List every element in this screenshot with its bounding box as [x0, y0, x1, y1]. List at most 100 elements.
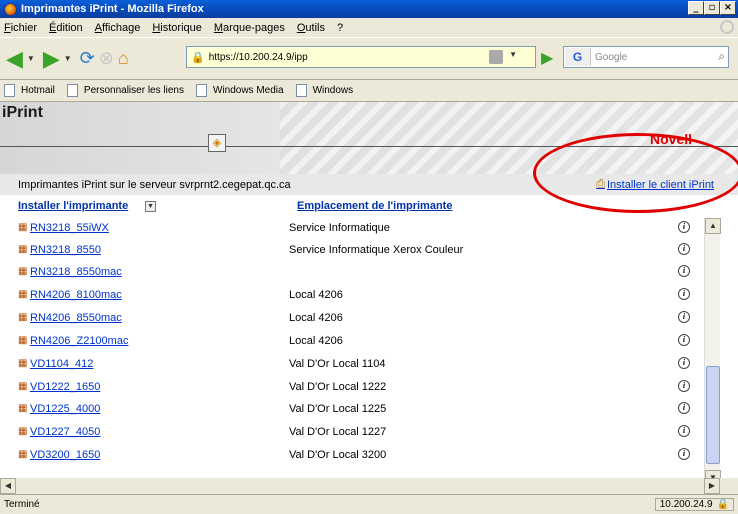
- scroll-right-arrow-icon[interactable]: ▶: [704, 478, 720, 494]
- menu-help[interactable]: ?: [337, 22, 343, 34]
- printer-icon[interactable]: ▦: [18, 289, 30, 301]
- status-bar: Terminé 10.200.24.9 🔒: [0, 494, 738, 514]
- scroll-thumb[interactable]: [706, 366, 720, 464]
- window-controls: _ ▫ ×: [688, 1, 736, 15]
- stop-icon[interactable]: ⊗: [99, 45, 114, 73]
- info-icon[interactable]: i: [678, 243, 690, 255]
- printer-link[interactable]: VD1104_412: [30, 358, 93, 370]
- url-history-dropdown-icon[interactable]: ▼: [509, 50, 517, 59]
- menu-edition[interactable]: Édition: [49, 22, 83, 34]
- info-icon[interactable]: i: [678, 448, 690, 460]
- secure-lock-icon[interactable]: 🔒: [717, 499, 729, 510]
- install-client-label[interactable]: Installer le client iPrint: [607, 179, 714, 191]
- table-row: ▦ VD1225_4000 Val D'Or Local 1225 i: [0, 399, 708, 421]
- close-button[interactable]: ×: [720, 1, 736, 15]
- printer-icon[interactable]: ▦: [18, 449, 30, 461]
- info-icon[interactable]: i: [678, 334, 690, 346]
- printer-link[interactable]: RN3218_8550mac: [30, 266, 122, 278]
- page-icon: [295, 84, 307, 97]
- minimize-button[interactable]: _: [688, 1, 704, 15]
- printer-icon[interactable]: ▦: [18, 426, 30, 438]
- printer-link[interactable]: VD1225_4000: [30, 403, 100, 415]
- printer-link[interactable]: RN3218_55iWX: [30, 222, 109, 234]
- bookmark-label: Windows: [312, 85, 354, 96]
- install-client-link[interactable]: ⎙ Installer le client iPrint: [596, 178, 714, 191]
- host-text: 10.200.24.9: [659, 499, 713, 510]
- info-icon[interactable]: i: [678, 380, 690, 392]
- server-text: Imprimantes iPrint sur le serveur svrprn…: [18, 178, 291, 191]
- bookmark-personnaliser-les-liens[interactable]: Personnaliser les liens: [66, 84, 184, 97]
- printer-link[interactable]: RN4206_8550mac: [30, 312, 122, 324]
- window-title: Imprimantes iPrint - Mozilla Firefox: [21, 3, 204, 15]
- printer-icon[interactable]: ▦: [18, 266, 30, 278]
- info-icon[interactable]: i: [678, 402, 690, 414]
- search-placeholder[interactable]: Google: [595, 52, 627, 63]
- printer-link[interactable]: RN4206_Z2100mac: [30, 335, 128, 347]
- url-bar[interactable]: 🔒 https://10.200.24.9/ipp ▼: [186, 46, 536, 68]
- reload-icon[interactable]: ⟳: [80, 45, 95, 73]
- horizontal-scrollbar[interactable]: ◀ ▶: [0, 478, 738, 494]
- title-bar: Imprimantes iPrint - Mozilla Firefox _ ▫…: [0, 0, 738, 18]
- back-history-dropdown-icon[interactable]: ▼: [27, 54, 35, 63]
- printer-location: Val D'Or Local 1227: [289, 426, 387, 438]
- feed-icon[interactable]: [489, 50, 503, 64]
- printer-icon[interactable]: ▦: [18, 381, 30, 393]
- table-row: ▦ RN3218_8550 Service Informatique Xerox…: [0, 240, 708, 262]
- printer-link[interactable]: RN4206_8100mac: [30, 289, 122, 301]
- printer-icon[interactable]: ▦: [18, 312, 30, 324]
- scroll-left-arrow-icon[interactable]: ◀: [0, 478, 16, 494]
- printer-icon[interactable]: ▦: [18, 335, 30, 347]
- printer-icon[interactable]: ▦: [18, 403, 30, 415]
- menu-historique[interactable]: Historique: [152, 22, 202, 34]
- search-box[interactable]: G Google ⌕: [563, 46, 729, 68]
- banner-divider: [0, 146, 738, 147]
- table-row: ▦ VD1104_412 Val D'Or Local 1104 i: [0, 354, 708, 376]
- table-row: ▦ RN4206_8100mac Local 4206 i: [0, 285, 708, 307]
- printer-location: Val D'Or Local 3200: [289, 449, 387, 461]
- menu-outils[interactable]: Outils: [297, 22, 325, 34]
- table-row: ▦ RN3218_55iWX Service Informatique i: [0, 218, 708, 240]
- printer-location: Local 4206: [289, 312, 343, 324]
- info-icon[interactable]: i: [678, 425, 690, 437]
- table-row: ▦ RN3218_8550mac i: [0, 262, 708, 284]
- menu-marque-pages[interactable]: Marque-pages: [214, 22, 285, 34]
- page-icon: [195, 84, 207, 97]
- maximize-button[interactable]: ▫: [704, 1, 720, 15]
- column-install-printer[interactable]: Installer l'imprimante: [18, 200, 128, 212]
- bookmark-windows-media[interactable]: Windows Media: [195, 84, 284, 97]
- status-text: Terminé: [4, 499, 40, 510]
- info-icon[interactable]: i: [678, 288, 690, 300]
- printer-link[interactable]: VD1227_4050: [30, 426, 100, 438]
- site-identity-icon[interactable]: 🔒: [191, 51, 205, 64]
- printer-install-icon: ⎙: [596, 178, 605, 190]
- printer-icon[interactable]: ▦: [18, 222, 30, 234]
- scroll-up-arrow-icon[interactable]: ▲: [705, 218, 721, 234]
- column-printer-location[interactable]: Emplacement de l'imprimante: [297, 200, 452, 212]
- status-host[interactable]: 10.200.24.9 🔒: [654, 498, 734, 511]
- forward-history-dropdown-icon[interactable]: ▼: [64, 54, 72, 63]
- search-icon[interactable]: ⌕: [718, 49, 725, 64]
- info-icon[interactable]: i: [678, 265, 690, 277]
- menu-affichage[interactable]: Affichage: [95, 22, 141, 34]
- url-text[interactable]: https://10.200.24.9/ipp: [209, 52, 308, 63]
- google-engine-icon[interactable]: G: [565, 48, 591, 66]
- printer-icon[interactable]: ▦: [18, 358, 30, 370]
- menu-fichier[interactable]: Fichier: [4, 22, 37, 34]
- info-icon[interactable]: i: [678, 221, 690, 233]
- back-arrow-icon[interactable]: ◀: [6, 45, 23, 73]
- go-arrow-icon[interactable]: ▶: [541, 48, 553, 68]
- printer-link[interactable]: VD1222_1650: [30, 381, 100, 393]
- firefox-logo-icon: [4, 2, 17, 16]
- home-icon[interactable]: ⌂: [118, 45, 129, 73]
- info-icon[interactable]: i: [678, 357, 690, 369]
- printer-icon[interactable]: ▦: [18, 244, 30, 256]
- sort-arrow-icon[interactable]: ▼: [145, 201, 156, 212]
- bookmark-hotmail[interactable]: Hotmail: [4, 84, 55, 97]
- bookmark-windows[interactable]: Windows: [295, 84, 354, 97]
- info-icon[interactable]: i: [678, 311, 690, 323]
- printer-link[interactable]: VD3200_1650: [30, 449, 100, 461]
- printer-link[interactable]: RN3218_8550: [30, 244, 101, 256]
- vertical-scrollbar[interactable]: ▲ ▼: [704, 218, 721, 486]
- forward-arrow-icon[interactable]: ▶: [43, 45, 60, 73]
- table-row: ▦ VD3200_1650 Val D'Or Local 3200 i: [0, 445, 708, 467]
